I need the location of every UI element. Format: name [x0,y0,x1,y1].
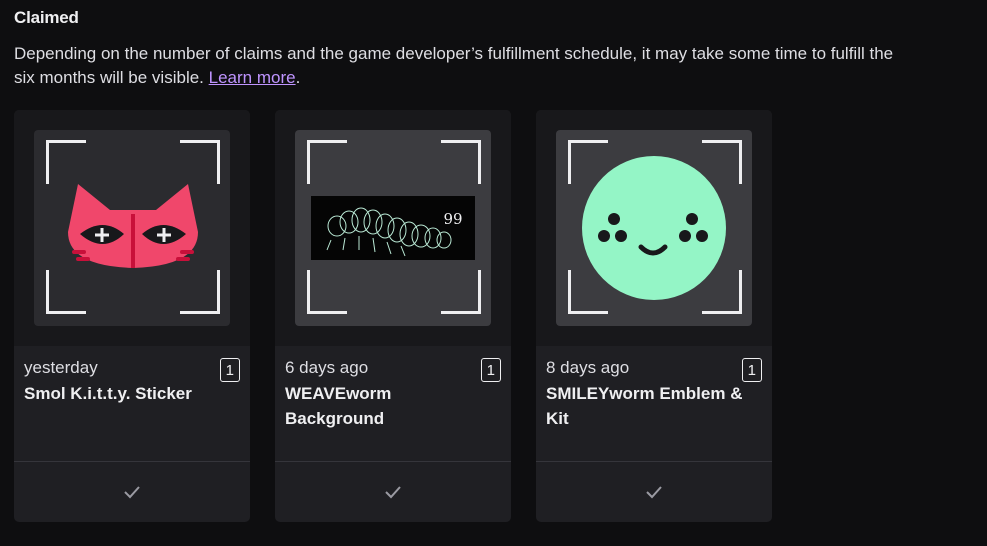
check-icon [385,486,401,499]
card-footer [14,461,250,522]
banner-number: 99 [443,210,462,228]
reward-title: SMILEYworm Emblem & Kit [546,384,743,428]
reward-title: WEAVEworm Background [285,384,392,428]
description-line-2: six months will be visible. Learn more. [14,66,987,90]
card-footer [275,461,511,522]
claimed-time: yesterday [24,358,98,377]
claimed-time: 8 days ago [546,358,630,377]
worm-banner-image: 99 [311,196,475,260]
reward-card[interactable]: 99 6 days ago 1 WEAVEworm Background [275,110,511,522]
reward-image-frame [556,130,752,326]
quantity-badge: 1 [480,358,501,382]
reward-media [536,110,772,346]
section-description: Depending on the number of claims and th… [14,42,987,90]
frame-corner [307,140,347,184]
check-icon [124,486,140,499]
learn-more-link[interactable]: Learn more [209,68,296,87]
reward-image-frame [34,130,230,326]
check-icon [646,486,662,499]
reward-info: 8 days ago 1 SMILEYworm Emblem & Kit [536,346,772,461]
quantity-badge: 1 [219,358,240,382]
frame-corner [441,270,481,314]
reward-card[interactable]: yesterday 1 Smol K.i.t.t.y. Sticker [14,110,250,522]
reward-image-frame: 99 [295,130,491,326]
description-line-1: Depending on the number of claims and th… [14,44,894,63]
frame-corner [307,270,347,314]
frame-corner [180,270,220,314]
frame-corner [46,270,86,314]
reward-card[interactable]: 8 days ago 1 SMILEYworm Emblem & Kit [536,110,772,522]
cat-sticker-icon [68,184,198,268]
claimed-cards-list: yesterday 1 Smol K.i.t.t.y. Sticker 99 6… [14,110,772,522]
reward-title: Smol K.i.t.t.y. Sticker [24,384,192,403]
quantity-badge: 1 [741,358,762,382]
frame-corner [441,140,481,184]
reward-info: 6 days ago 1 WEAVEworm Background [275,346,511,461]
description-period: . [295,68,301,87]
description-text: six months will be visible. [14,68,204,87]
reward-info: yesterday 1 Smol K.i.t.t.y. Sticker [14,346,250,461]
card-footer [536,461,772,522]
reward-media: 99 [275,110,511,346]
claimed-page: Claimed Depending on the number of claim… [0,0,987,546]
claimed-time: 6 days ago [285,358,369,377]
reward-media [14,110,250,346]
section-title: Claimed [14,8,79,27]
smiley-face-icon [582,156,726,300]
